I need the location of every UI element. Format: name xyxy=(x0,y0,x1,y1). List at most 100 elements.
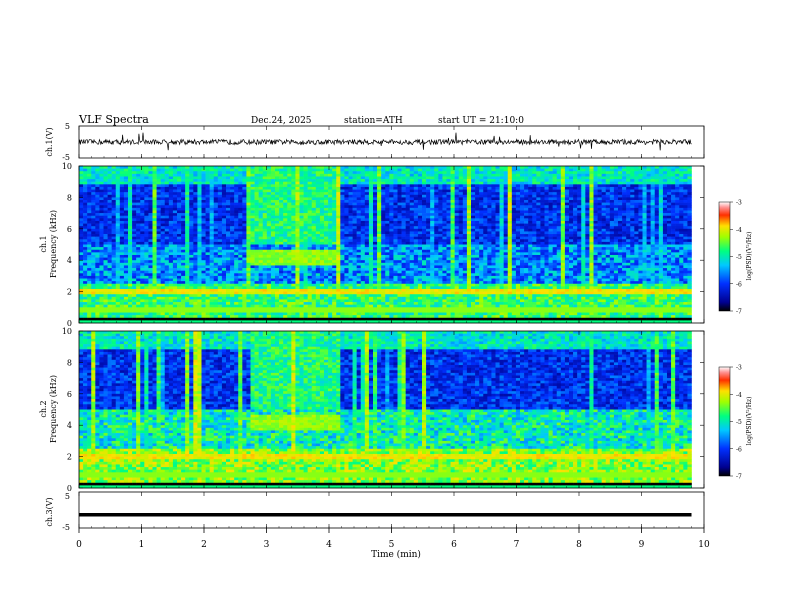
spectrogram-cell xyxy=(373,166,378,169)
spectrogram-cell xyxy=(270,291,276,295)
spectrogram-cell xyxy=(385,213,390,217)
spectrogram-cell xyxy=(295,312,300,316)
spectrogram-cell xyxy=(209,283,215,287)
spectrogram-cell xyxy=(91,309,96,313)
spectrogram-cell xyxy=(79,315,84,319)
spectrogram-cell xyxy=(144,273,149,277)
spectrogram-cell xyxy=(397,268,402,271)
spectrogram-cell xyxy=(164,179,170,182)
spectrogram-cell xyxy=(209,194,215,198)
spectrogram-cell xyxy=(344,260,349,264)
spectrogram-cell xyxy=(405,283,411,287)
spectrogram-cell xyxy=(115,205,121,209)
spectrogram-cell xyxy=(164,241,170,245)
spectrogram-cell xyxy=(340,202,345,206)
spectrogram-cell xyxy=(360,252,366,256)
spectrogram-cell xyxy=(140,166,145,169)
spectrogram-cell xyxy=(217,241,223,245)
spectrogram-cell xyxy=(128,223,133,227)
spectrogram-cell xyxy=(185,210,190,214)
spectrogram-cell xyxy=(266,202,272,206)
spectrogram-cell xyxy=(299,309,304,313)
spectrogram-cell xyxy=(238,200,243,203)
spectrogram-cell xyxy=(99,205,104,209)
spectrogram-cell xyxy=(148,210,153,214)
spectrogram-cell xyxy=(242,184,247,188)
spectrogram-cell xyxy=(246,181,251,185)
spectrogram-cell xyxy=(197,176,202,180)
spectrogram-cell xyxy=(111,210,117,214)
spectrogram-cell xyxy=(287,226,292,230)
spectrogram-cell xyxy=(91,270,96,274)
spectrogram-cell xyxy=(356,228,362,232)
spectrogram-cell xyxy=(405,210,411,214)
spectrogram-cell xyxy=(217,207,223,211)
spectrogram-cell xyxy=(319,270,325,274)
spectrogram-cell xyxy=(319,197,325,201)
spectrogram-cell xyxy=(258,291,264,295)
spectrogram-cell xyxy=(177,288,182,292)
spectrogram-cell xyxy=(368,171,374,175)
spectrogram-cell xyxy=(328,247,333,251)
spectrogram-cell xyxy=(221,176,227,180)
spectrogram-cell xyxy=(254,173,259,177)
spectrogram-cell xyxy=(266,181,272,185)
spectrogram-cell xyxy=(201,200,206,203)
spectrogram-cell xyxy=(132,213,137,217)
spectrogram-cell xyxy=(156,262,161,266)
spectrogram-cell xyxy=(221,215,227,219)
spectrogram-cell xyxy=(295,173,300,177)
spectrogram-cell xyxy=(201,252,206,256)
spectrogram-cell xyxy=(123,309,129,313)
spectrogram-cell xyxy=(119,268,125,271)
spectrogram-cell xyxy=(258,184,264,188)
spectrogram-cell xyxy=(319,181,325,185)
spectrogram-cell xyxy=(299,192,304,196)
spectrogram-cell xyxy=(401,173,406,177)
spectrogram-cell xyxy=(111,192,117,196)
spectrogram-cell xyxy=(364,302,370,305)
spectrogram-cell xyxy=(242,262,247,266)
spectrogram-cell xyxy=(128,210,133,214)
spectrogram-cell xyxy=(275,220,280,224)
spectrogram-cell xyxy=(189,210,194,214)
spectrogram-cell xyxy=(83,197,88,201)
spectrogram-cell xyxy=(209,275,215,279)
spectrogram-cell xyxy=(181,291,186,295)
spectrogram-cell xyxy=(356,239,362,243)
spectrogram-cell xyxy=(132,260,137,264)
spectrogram-cell xyxy=(319,262,325,266)
spectrogram-cell xyxy=(360,226,366,230)
spectrogram-cell xyxy=(226,241,231,245)
spectrogram-cell xyxy=(283,218,288,222)
spectrogram-cell xyxy=(234,205,239,209)
spectrogram-cell xyxy=(381,278,386,282)
spectrogram-cell xyxy=(348,296,353,300)
spectrogram-cell xyxy=(389,291,394,295)
spectrogram-cell xyxy=(99,192,104,196)
spectrogram-cell xyxy=(230,231,235,235)
spectrogram-cell xyxy=(373,288,378,292)
spectrogram-cell xyxy=(201,302,206,305)
spectrogram-cell xyxy=(397,186,402,190)
spectrogram-cell xyxy=(172,189,178,193)
spectrogram-cell xyxy=(275,247,280,251)
spectrogram-cell xyxy=(377,312,382,316)
spectrogram-cell xyxy=(328,244,333,248)
spectrogram-cell xyxy=(279,294,284,298)
spectrogram-cell xyxy=(409,294,415,298)
spectrogram-cell xyxy=(136,194,141,198)
spectrogram-cell xyxy=(299,257,304,261)
spectrogram-cell xyxy=(336,275,341,279)
spectrogram-cell xyxy=(164,194,170,198)
spectrogram-cell xyxy=(393,317,398,321)
spectrogram-cell xyxy=(373,247,378,251)
spectrogram-cell xyxy=(197,200,202,203)
spectrogram-cell xyxy=(107,176,112,180)
spectrogram-cell xyxy=(377,309,382,313)
spectrogram-cell xyxy=(148,239,153,243)
spectrogram-cell xyxy=(250,173,255,177)
spectrogram-cell xyxy=(221,281,227,285)
spectrogram-cell xyxy=(152,304,157,308)
spectrogram-cell xyxy=(152,215,157,219)
